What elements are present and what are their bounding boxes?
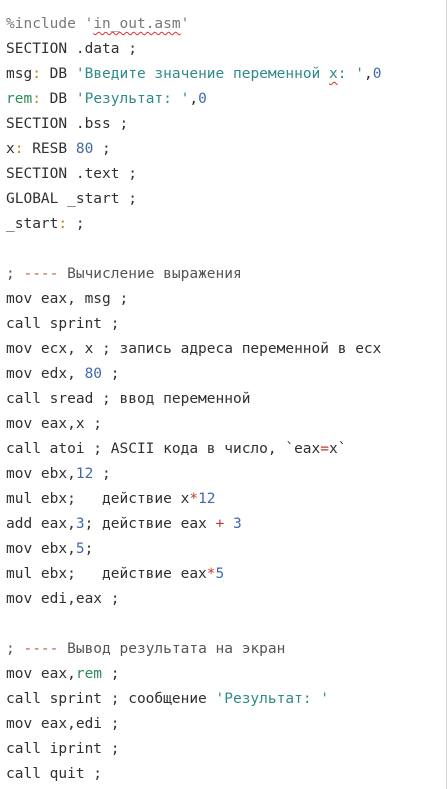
code-line-14: mov ecx, x ; запись адреса переменной в …	[6, 341, 382, 357]
code-line-9: _start: ;	[6, 216, 85, 232]
code-line-8: GLOBAL _start ;	[6, 191, 137, 207]
code-line-3: msg: DB 'Введите значение переменной x: …	[6, 66, 382, 82]
code-line-30: call iprint ;	[6, 741, 120, 757]
code-line-12: mov eax, msg ;	[6, 291, 129, 307]
code-line-28: call sprint ; сообщение 'Результат: '	[6, 691, 330, 707]
code-editor[interactable]: %include 'in_out.asm' SECTION .data ; ms…	[0, 0, 447, 789]
code-line-7: SECTION .text ;	[6, 166, 137, 182]
code-line-20: mul ebx; действие x*12	[6, 491, 216, 507]
code-line-11: ; ---- Вычисление выражения	[6, 266, 242, 282]
code-line-21: add eax,3; действие eax + 3	[6, 516, 242, 532]
code-line-17: mov eax,x ;	[6, 416, 103, 432]
code-line-24: mov edi,eax ;	[6, 591, 120, 607]
code-line-19: mov ebx,12 ;	[6, 466, 111, 482]
include-filename: in_out.asm	[93, 16, 181, 32]
code-line-16: call sread ; ввод переменной	[6, 391, 251, 407]
code-line-5: SECTION .bss ;	[6, 116, 129, 132]
code-line-2: SECTION .data ;	[6, 41, 137, 57]
code-line-22: mov ebx,5;	[6, 541, 94, 557]
code-line-29: mov eax,edi ;	[6, 716, 120, 732]
code-line-4: rem: DB 'Результат: ',0	[6, 91, 207, 107]
preprocessor-directive: %include '	[6, 16, 94, 32]
code-line-27: mov eax,rem ;	[6, 666, 120, 682]
code-line-23: mul ebx; действие eax*5	[6, 566, 225, 582]
code-line-31: call quit ;	[6, 766, 103, 782]
code-line-15: mov edx, 80 ;	[6, 366, 120, 382]
code-line-18: call atoi ; ASCII кода в число, `eax=x`	[6, 441, 347, 457]
code-line-13: call sprint ;	[6, 316, 120, 332]
code-line-6: x: RESB 80 ;	[6, 141, 111, 157]
code-line-26: ; ---- Вывод результата на экран	[6, 641, 286, 657]
code-line-1: %include 'in_out.asm'	[6, 16, 190, 32]
